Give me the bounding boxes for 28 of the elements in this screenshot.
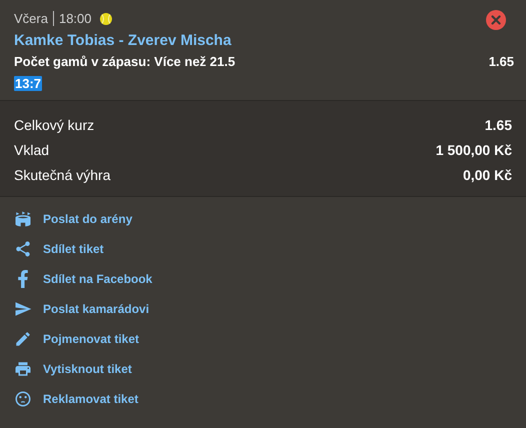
odds-value: 1.65 — [488, 53, 514, 71]
summary-value: 1 500,00 Kč — [436, 141, 512, 160]
market-label: Počet gamů v zápasu: Více než 21.5 — [14, 53, 236, 71]
summary-label: Vklad — [14, 141, 50, 160]
stadium-icon — [14, 210, 32, 228]
tennis-ball-icon — [100, 12, 112, 25]
sad-face-icon — [14, 390, 32, 408]
action-link[interactable]: Poslat do arény — [43, 210, 132, 228]
printer-icon — [14, 360, 32, 378]
summary-label: Skutečná výhra — [14, 166, 110, 185]
score-badge: 13:7 — [14, 76, 42, 91]
close-button[interactable] — [486, 10, 506, 30]
action-link[interactable]: Reklamovat tiket — [43, 390, 138, 408]
summary-value: 0,00 Kč — [462, 166, 512, 185]
date-label: Včera — [14, 10, 48, 28]
time-label: 18:00 — [58, 10, 92, 28]
match-title[interactable]: Kamke Tobias - Zverev Mischa — [14, 31, 232, 51]
action-link[interactable]: Sdílet na Facebook — [43, 270, 152, 288]
action-link[interactable]: Poslat kamarádovi — [43, 300, 150, 318]
action-link[interactable]: Pojmenovat tiket — [43, 330, 140, 348]
share-icon — [14, 240, 32, 258]
close-icon — [491, 15, 501, 25]
action-link[interactable]: Sdílet tiket — [43, 240, 104, 258]
summary-label: Celkový kurz — [14, 116, 94, 135]
summary-value: 1.65 — [484, 116, 512, 135]
send-icon — [14, 300, 32, 318]
action-link[interactable]: Vytisknout tiket — [43, 360, 132, 378]
pencil-icon — [14, 330, 32, 348]
